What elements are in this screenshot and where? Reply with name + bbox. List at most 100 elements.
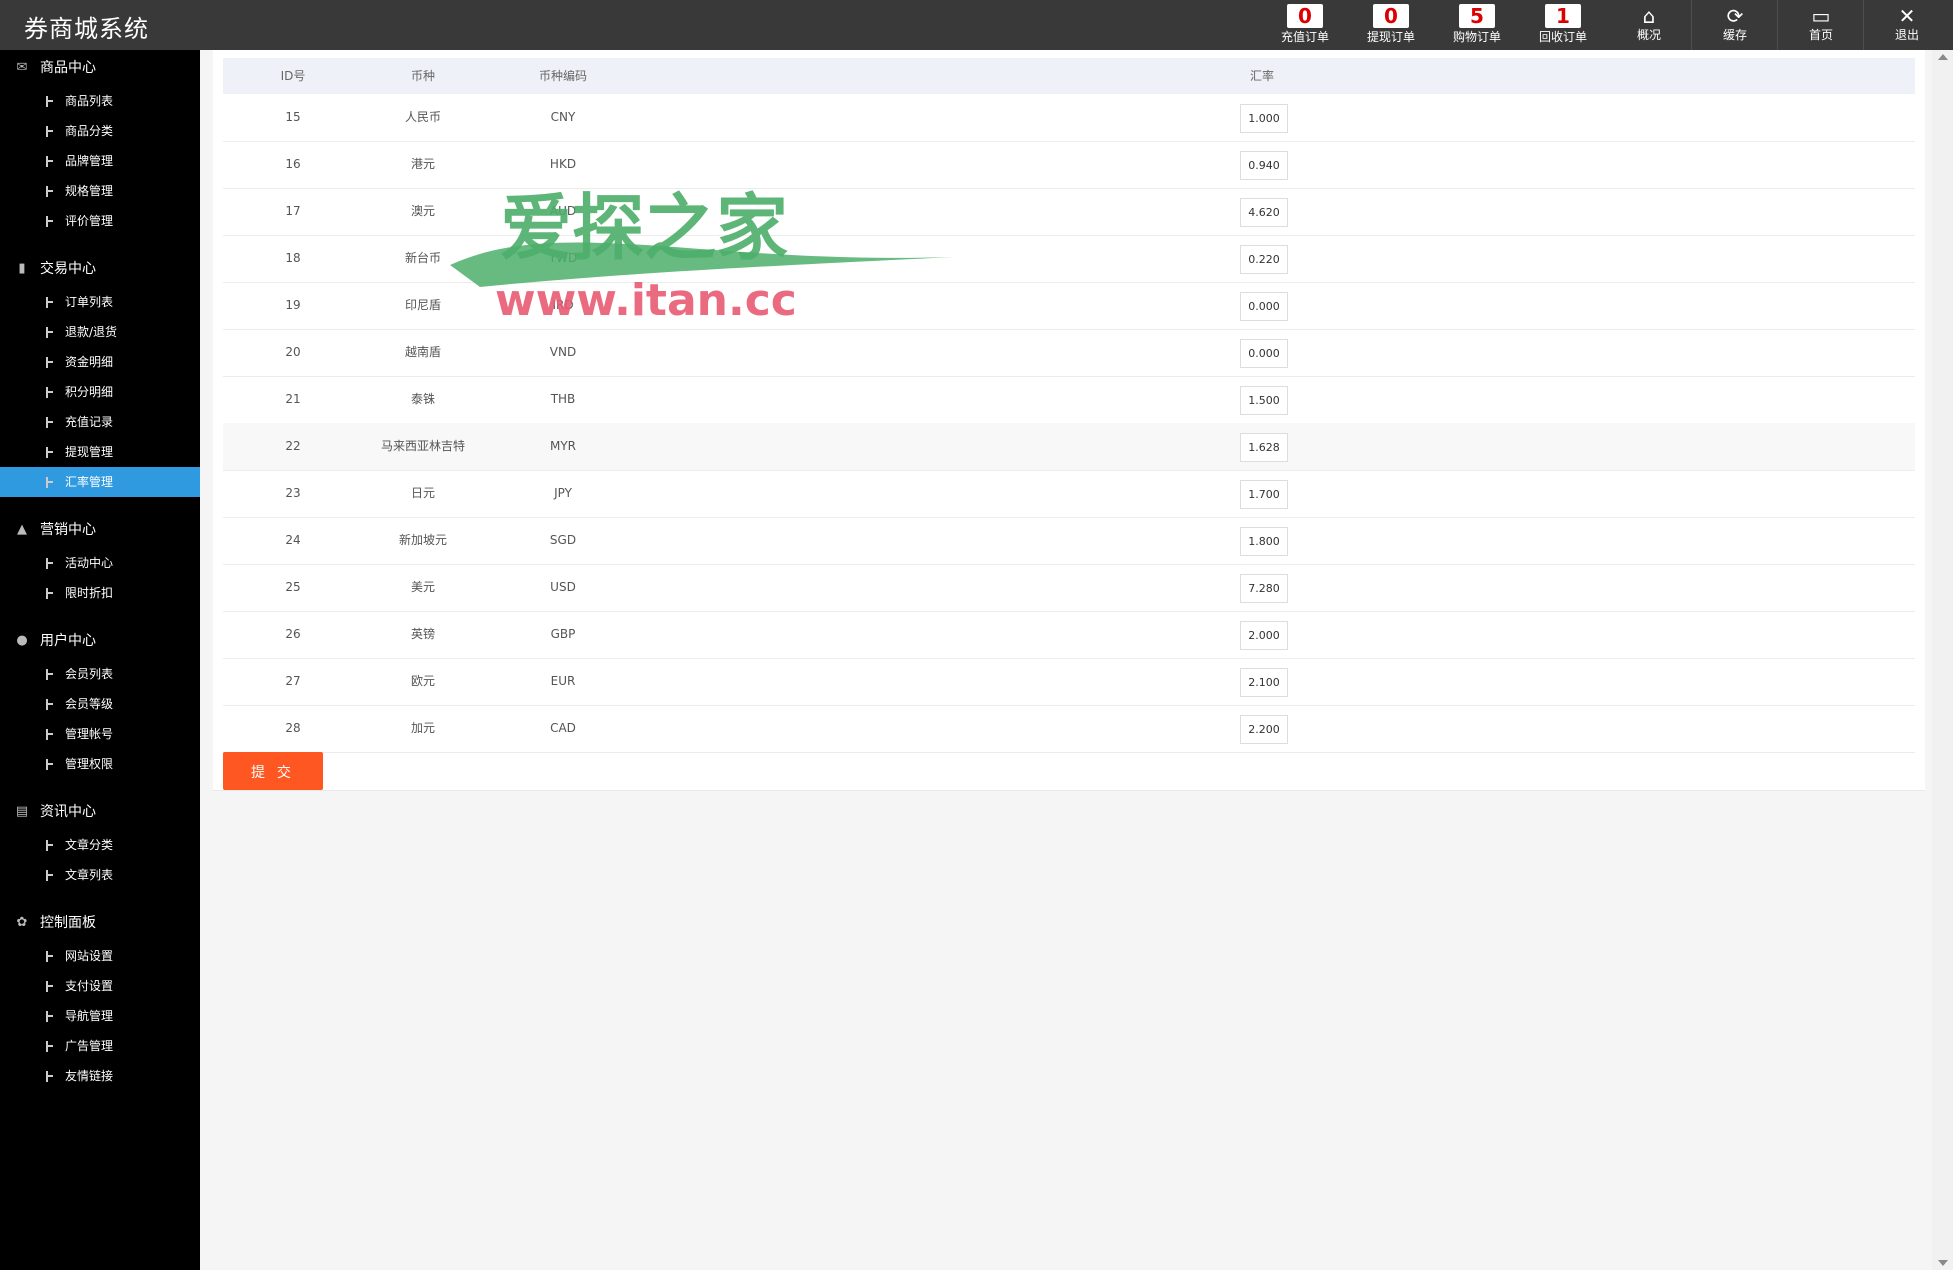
rate-input[interactable]: 1.700: [1240, 480, 1288, 509]
sidebar-item[interactable]: 会员列表: [0, 659, 200, 689]
sidebar-item-label: 广告管理: [65, 1039, 114, 1053]
sidebar-item-label: 管理帐号: [65, 727, 114, 741]
cell-id: 17: [285, 204, 301, 218]
top-close-button[interactable]: ✕ 退出: [1864, 0, 1950, 50]
sidebar-item[interactable]: 支付设置: [0, 971, 200, 1001]
rate-input[interactable]: 0.220: [1240, 245, 1288, 274]
top-refresh-button[interactable]: ⟳ 缓存: [1692, 0, 1778, 50]
rate-input[interactable]: 7.280: [1240, 574, 1288, 603]
sidebar-item[interactable]: 订单列表: [0, 287, 200, 317]
table-row: 21 泰铢 THB 1.500: [223, 376, 1915, 424]
sidebar-item[interactable]: 提现管理: [0, 437, 200, 467]
sidebar-item[interactable]: 商品分类: [0, 116, 200, 146]
sidebar-item[interactable]: 导航管理: [0, 1001, 200, 1031]
sidebar-item-label: 会员等级: [65, 697, 114, 711]
exchange-rate-panel: ID号 币种 币种编码 汇率 15 人民币 CNY 1.000 16 港元 HKD 0.940…: [213, 50, 1925, 791]
tree-branch-icon: [46, 699, 54, 710]
sidebar-item-label: 文章列表: [65, 868, 114, 882]
rate-input[interactable]: 0.940: [1240, 151, 1288, 180]
top-monitor-button[interactable]: ▭ 首页: [1778, 0, 1864, 50]
sidebar-group-title: 商品中心: [40, 60, 96, 76]
sidebar-item[interactable]: 管理权限: [0, 749, 200, 779]
cell-id: 16: [285, 157, 301, 171]
sidebar-item[interactable]: 文章分类: [0, 830, 200, 860]
cell-code: CNY: [550, 110, 576, 124]
submit-button[interactable]: 提 交: [223, 752, 323, 790]
sidebar-item[interactable]: 评价管理: [0, 206, 200, 236]
counter-label: 回收订单: [1538, 30, 1587, 44]
header-code: 币种编码: [538, 69, 587, 83]
table-row: 16 港元 HKD 0.940: [223, 141, 1915, 189]
sidebar-item[interactable]: 友情链接: [0, 1061, 200, 1091]
cell-currency: 澳元: [410, 204, 435, 218]
sidebar-group-title: 资讯中心: [40, 804, 96, 820]
rate-input[interactable]: 0.000: [1240, 339, 1288, 368]
cell-currency: 人民币: [404, 110, 441, 124]
sidebar: ✉ 商品中心 商品列表 商品分类 品牌管理 规格管理 评价管理 ▮ 交易中心 订单列表 退款/退货资…: [0, 50, 200, 1270]
sidebar-item-label: 订单列表: [65, 295, 114, 309]
header-id: ID号: [280, 69, 306, 83]
rate-input[interactable]: 1.500: [1240, 386, 1288, 415]
sidebar-item[interactable]: 活动中心: [0, 548, 200, 578]
sidebar-item[interactable]: 退款/退货: [0, 317, 200, 347]
table-row: 22 马来西亚林吉特 MYR 1.628: [223, 423, 1915, 471]
sidebar-item[interactable]: 充值记录: [0, 407, 200, 437]
top-home-button[interactable]: ⌂ 概况: [1606, 0, 1692, 50]
counter-badge: 0: [1373, 4, 1409, 28]
sidebar-item[interactable]: 管理帐号: [0, 719, 200, 749]
sidebar-group-title: 控制面板: [40, 915, 96, 931]
rate-input[interactable]: 1.628: [1240, 433, 1288, 462]
sidebar-group-2[interactable]: ▲ 营销中心: [0, 515, 200, 545]
sidebar-item[interactable]: 商品列表: [0, 86, 200, 116]
scroll-down-icon[interactable]: [1938, 1260, 1948, 1266]
sidebar-item[interactable]: 规格管理: [0, 176, 200, 206]
sidebar-item[interactable]: 品牌管理: [0, 146, 200, 176]
sidebar-group-0[interactable]: ✉ 商品中心: [0, 53, 200, 83]
rate-input[interactable]: 2.000: [1240, 621, 1288, 650]
cell-id: 25: [285, 580, 301, 594]
table-row: 25 美元 USD 7.280: [223, 564, 1915, 612]
cell-code: THB: [550, 392, 576, 406]
top-counter-0[interactable]: 0 充值订单: [1262, 0, 1348, 50]
sidebar-item[interactable]: 汇率管理: [0, 467, 200, 497]
sidebar-item[interactable]: 资金明细: [0, 347, 200, 377]
monitor-icon: ▭: [1811, 4, 1831, 28]
top-separator: [1863, 0, 1864, 50]
tree-branch-icon: [46, 417, 54, 428]
sidebar-item[interactable]: 广告管理: [0, 1031, 200, 1061]
sidebar-group-1[interactable]: ▮ 交易中心: [0, 254, 200, 284]
tree-branch-icon: [46, 1011, 54, 1022]
table-row: 17 澳元 AUD 4.620: [223, 188, 1915, 236]
sidebar-item[interactable]: 文章列表: [0, 860, 200, 890]
rate-input[interactable]: 4.620: [1240, 198, 1288, 227]
counter-label: 购物订单: [1452, 30, 1501, 44]
rate-input[interactable]: 1.000: [1240, 104, 1288, 133]
scrollbar[interactable]: [1932, 50, 1953, 1270]
sidebar-item[interactable]: 限时折扣: [0, 578, 200, 608]
sidebar-item[interactable]: 会员等级: [0, 689, 200, 719]
cell-code: GBP: [550, 627, 576, 641]
sidebar-item-label: 文章分类: [65, 838, 114, 852]
counter-badge: 1: [1545, 4, 1581, 28]
table-row: 15 人民币 CNY 1.000: [223, 94, 1915, 142]
sidebar-item-label: 管理权限: [65, 757, 114, 771]
top-counter-2[interactable]: 5 购物订单: [1434, 0, 1520, 50]
sidebar-item[interactable]: 网站设置: [0, 941, 200, 971]
rate-input[interactable]: 2.200: [1240, 715, 1288, 744]
sidebar-group-4[interactable]: ▤ 资讯中心: [0, 797, 200, 827]
top-counter-3[interactable]: 1 回收订单: [1520, 0, 1606, 50]
scroll-up-icon[interactable]: [1938, 54, 1948, 60]
sidebar-group-3[interactable]: ● 用户中心: [0, 626, 200, 656]
mail-icon: ✉: [16, 60, 28, 75]
sidebar-item[interactable]: 积分明细: [0, 377, 200, 407]
rate-input[interactable]: 1.800: [1240, 527, 1288, 556]
rate-input[interactable]: 2.100: [1240, 668, 1288, 697]
cell-code: CAD: [550, 721, 576, 735]
top-counter-1[interactable]: 0 提现订单: [1348, 0, 1434, 50]
top-icon-label: 退出: [1894, 28, 1919, 42]
tree-branch-icon: [46, 870, 54, 881]
sidebar-group-5[interactable]: ✿ 控制面板: [0, 908, 200, 938]
cell-currency: 越南盾: [404, 345, 441, 359]
cell-id: 15: [285, 110, 301, 124]
rate-input[interactable]: 0.000: [1240, 292, 1288, 321]
